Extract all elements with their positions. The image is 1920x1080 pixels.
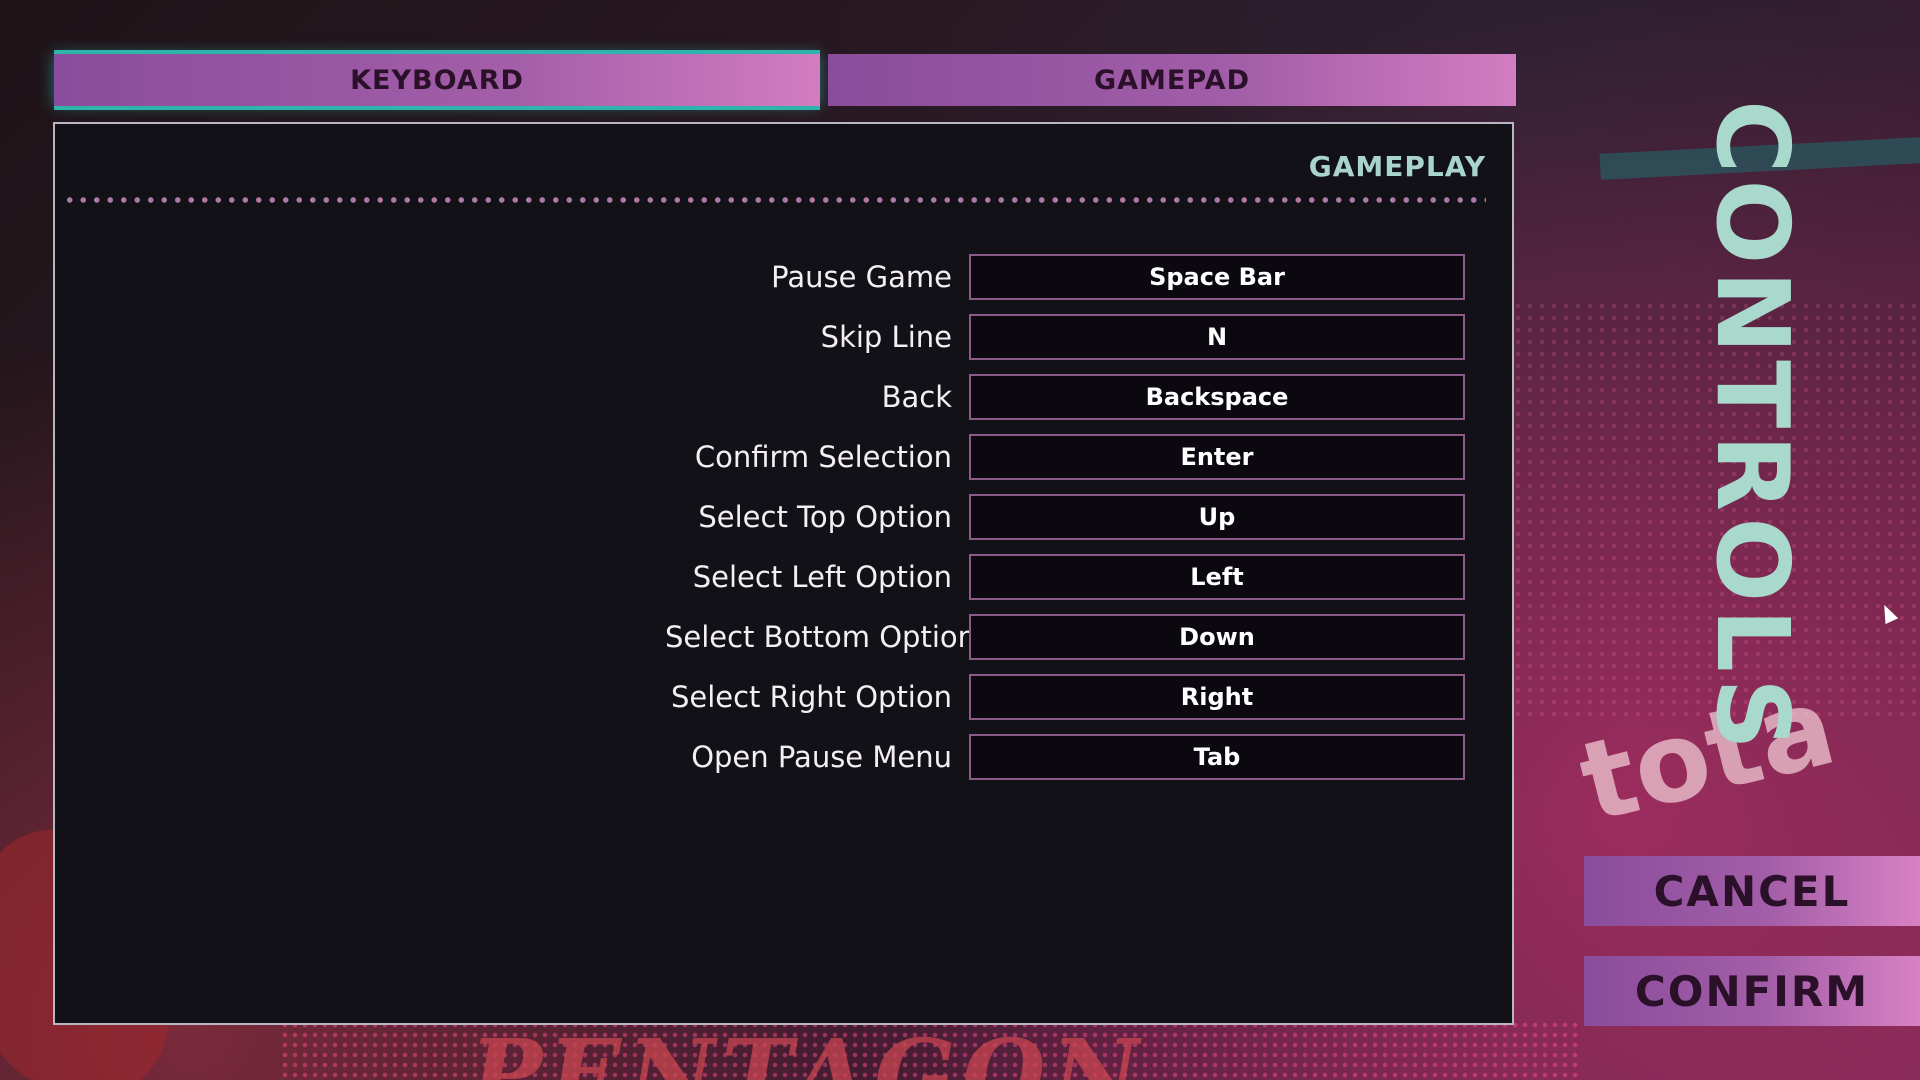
- page-title: CONTROLS: [1694, 100, 1811, 757]
- mouse-cursor-icon: [1877, 601, 1899, 625]
- tab-gamepad[interactable]: GAMEPAD: [828, 54, 1516, 106]
- action-label: Select Bottom Option: [664, 620, 976, 654]
- binding-row-open-pause-menu: Open Pause Menu Tab: [55, 734, 1516, 780]
- binding-row-back: Back Backspace: [55, 374, 1516, 420]
- key-binding-back[interactable]: Backspace: [969, 374, 1465, 420]
- action-label: Select Right Option: [670, 680, 952, 714]
- background-art-text-bottom: PENTAGON: [460, 1018, 1156, 1080]
- key-binding-pause-game[interactable]: Space Bar: [969, 254, 1465, 300]
- binding-row-select-bottom-option: Select Bottom Option Down: [55, 614, 1516, 660]
- action-label: Pause Game: [771, 260, 952, 294]
- key-binding-select-right-option[interactable]: Right: [969, 674, 1465, 720]
- section-title: GAMEPLAY: [1308, 150, 1486, 183]
- binding-row-select-top-option: Select Top Option Up: [55, 494, 1516, 540]
- background-dot-pattern-bottom: [280, 1020, 1580, 1080]
- key-binding-confirm-selection[interactable]: Enter: [969, 434, 1465, 480]
- action-label: Select Left Option: [692, 560, 952, 594]
- binding-row-select-left-option: Select Left Option Left: [55, 554, 1516, 600]
- action-label: Open Pause Menu: [691, 740, 952, 774]
- binding-row-pause-game: Pause Game Space Bar: [55, 254, 1516, 300]
- binding-row-skip-line: Skip Line N: [55, 314, 1516, 360]
- action-label: Confirm Selection: [694, 440, 952, 474]
- cancel-button[interactable]: CANCEL: [1584, 856, 1920, 926]
- action-label: Select Top Option: [698, 500, 952, 534]
- confirm-button[interactable]: CONFIRM: [1584, 956, 1920, 1026]
- controls-screen: PENTAGON tota KEYBOARD GAMEPAD GAMEPLAY …: [0, 0, 1920, 1080]
- key-binding-select-bottom-option[interactable]: Down: [969, 614, 1465, 660]
- key-binding-select-left-option[interactable]: Left: [969, 554, 1465, 600]
- binding-row-select-right-option: Select Right Option Right: [55, 674, 1516, 720]
- action-label: Skip Line: [820, 320, 952, 354]
- key-binding-open-pause-menu[interactable]: Tab: [969, 734, 1465, 780]
- key-binding-skip-line[interactable]: N: [969, 314, 1465, 360]
- action-label: Back: [881, 380, 952, 414]
- binding-row-confirm-selection: Confirm Selection Enter: [55, 434, 1516, 480]
- bindings-panel: GAMEPLAY Pause Game Space Bar Skip Line …: [53, 122, 1514, 1025]
- tab-keyboard[interactable]: KEYBOARD: [54, 54, 820, 106]
- key-binding-select-top-option[interactable]: Up: [969, 494, 1465, 540]
- dotted-divider: [63, 196, 1486, 204]
